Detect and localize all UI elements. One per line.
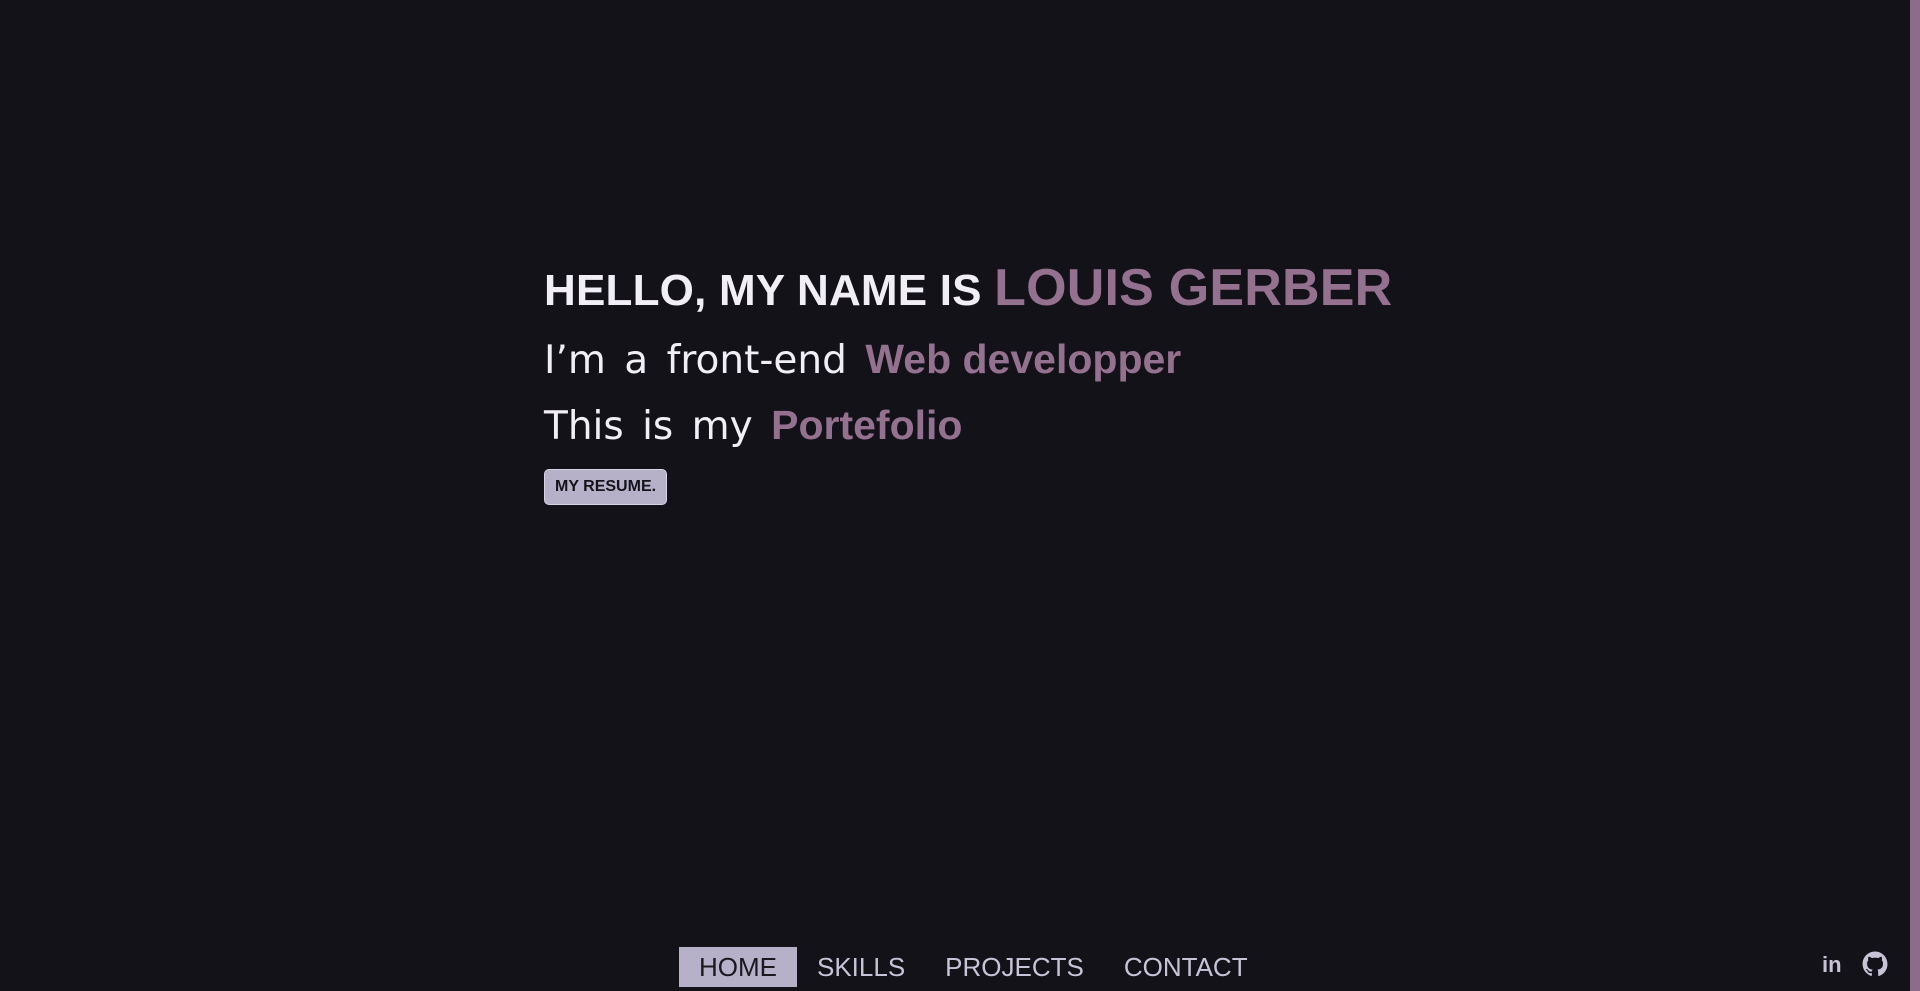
hero-title-prefix: HELLO, MY NAME IS xyxy=(544,266,995,315)
social-links: in xyxy=(1820,951,1888,977)
linkedin-icon-label: in xyxy=(1822,952,1842,977)
hero-role-line: I’m a front-end Web developper xyxy=(544,327,1544,393)
nav-item-home[interactable]: HOME xyxy=(679,947,797,987)
resume-button[interactable]: MY RESUME. xyxy=(544,469,668,505)
linkedin-icon: in xyxy=(1822,952,1842,977)
nav-item-projects[interactable]: PROJECTS xyxy=(925,947,1104,987)
hero-portfolio-highlight: Portefolio xyxy=(771,402,963,448)
github-link[interactable] xyxy=(1862,951,1888,977)
nav-item-skills[interactable]: SKILLS xyxy=(797,947,925,987)
scrollbar[interactable] xyxy=(1910,0,1920,991)
linkedin-link[interactable]: in xyxy=(1820,951,1846,977)
hero-title: HELLO, MY NAME IS LOUIS GERBER xyxy=(544,252,1544,327)
github-icon xyxy=(1862,951,1888,976)
hero-section: HELLO, MY NAME IS LOUIS GERBER I’m a fro… xyxy=(544,252,1544,505)
page: HELLO, MY NAME IS LOUIS GERBER I’m a fro… xyxy=(0,0,1920,991)
hero-name: LOUIS GERBER xyxy=(994,259,1393,317)
hero-role-highlight: Web developper xyxy=(865,336,1182,382)
scrollbar-thumb[interactable] xyxy=(1910,0,1920,991)
nav-item-contact[interactable]: CONTACT xyxy=(1104,947,1268,987)
hero-portfolio-line: This is my Portefolio xyxy=(544,393,1544,459)
bottom-nav: HOME SKILLS PROJECTS CONTACT xyxy=(679,947,1268,987)
hero-role-prefix: I’m a front-end xyxy=(544,338,866,383)
hero-portfolio-prefix: This is my xyxy=(544,404,772,449)
